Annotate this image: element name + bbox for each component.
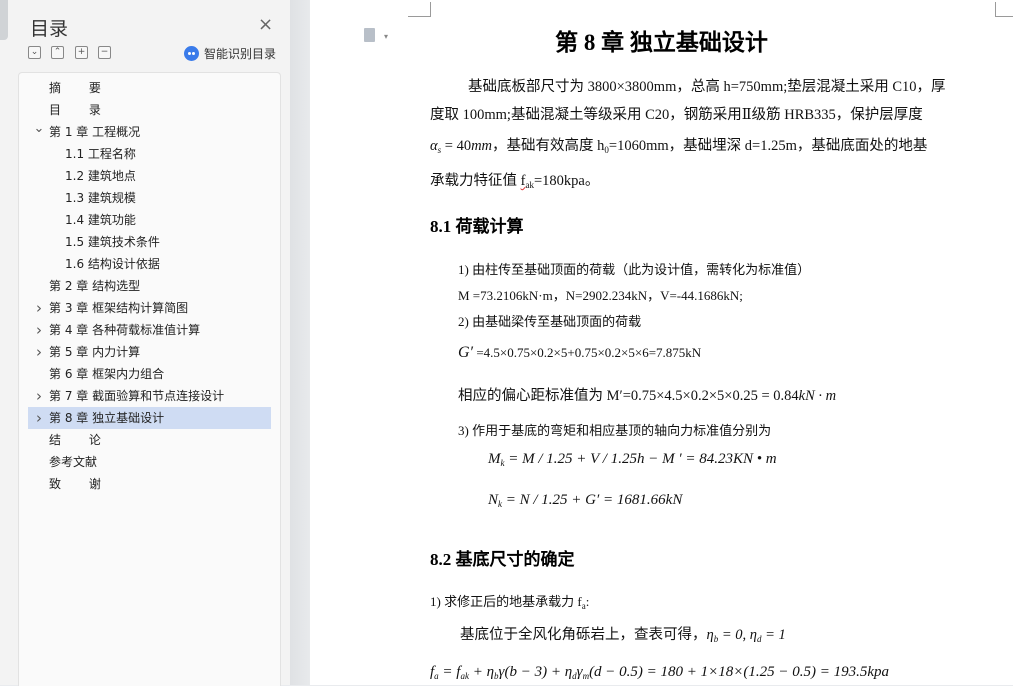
toc-item-label: 1.3 建筑规模 xyxy=(65,191,136,205)
formula-nk: Nk = N / 1.25 + G′ = 1681.66kN xyxy=(488,492,683,509)
intro-line-1: 基础底板部尺寸为 3800×3800mm，总高 h=750mm;垫层混凝土采用 … xyxy=(468,79,946,95)
toc-item-label: 1.4 建筑功能 xyxy=(65,213,136,227)
sec82-soil-line: 基底位于全风化角砾岩上，查表可得，ηb = 0, ηd = 1 xyxy=(460,627,786,644)
toc-item-label: 结 论 xyxy=(49,433,113,447)
close-icon[interactable]: × xyxy=(258,16,273,34)
chevron-right-icon[interactable] xyxy=(33,297,45,321)
chapter-title: 第 8 章 独立基础设计 xyxy=(555,30,768,55)
toc-item-label: 目 录 xyxy=(49,103,113,117)
ai-assistant-icon xyxy=(184,46,199,61)
toc-item[interactable]: 1.3 建筑规模 xyxy=(28,187,271,209)
page-corner-mark-left xyxy=(408,2,431,17)
toc-item[interactable]: 第 2 章 结构选型 xyxy=(28,275,271,297)
formula-mk: Mk = M / 1.25 + V / 1.25h − M ′ = 84.23K… xyxy=(488,451,777,468)
toc-item-label: 第 3 章 框架结构计算简图 xyxy=(49,301,189,315)
toc-item-label: 摘 要 xyxy=(49,81,113,95)
add-heading-button[interactable]: + xyxy=(75,46,88,59)
sec81-item-3: 3) 作用于基底的弯矩和相应基顶的轴向力标准值分别为 xyxy=(458,423,772,438)
toc-item-label: 1.1 工程名称 xyxy=(65,147,136,161)
toc-item-label: 1.6 结构设计依据 xyxy=(65,257,160,271)
toc-item[interactable]: 1.6 结构设计依据 xyxy=(28,253,271,275)
section-heading-8-2: 8.2 基底尺寸的确定 xyxy=(430,550,575,569)
intro-line-2: 度取 100mm;基础混凝土等级采用 C20，钢筋采用Ⅱ级筋 HRB335，保护… xyxy=(430,107,923,123)
toc-item[interactable]: 第 5 章 内力计算 xyxy=(28,341,271,363)
collapse-all-button[interactable]: ⌄ xyxy=(28,46,41,59)
toc-item[interactable]: 第 3 章 框架结构计算简图 xyxy=(28,297,271,319)
chevron-right-icon[interactable] xyxy=(33,385,45,409)
smart-recognize-toc-button[interactable]: 智能识别目录 xyxy=(184,45,276,62)
toc-item-label: 第 1 章 工程概况 xyxy=(49,125,141,139)
intro-line-3: αs = 40mm，基础有效高度 h0=1060mm，基础埋深 d=1.25m，… xyxy=(430,138,928,155)
sec81-item-1: 1) 由柱传至基础顶面的荷载（此为设计值，需转化为标准值） xyxy=(458,262,811,277)
toc-item[interactable]: 第 8 章 独立基础设计 xyxy=(28,407,271,429)
pane-scroll-indicator xyxy=(0,0,8,40)
expand-all-button[interactable]: ⌃ xyxy=(51,46,64,59)
toc-item-label: 1.2 建筑地点 xyxy=(65,169,136,183)
chevron-right-icon[interactable] xyxy=(33,407,45,431)
toc-item[interactable]: 第 6 章 框架内力组合 xyxy=(28,363,271,385)
toc-item[interactable]: 第 4 章 各种荷载标准值计算 xyxy=(28,319,271,341)
toc-item-label: 第 6 章 框架内力组合 xyxy=(49,367,165,381)
remove-heading-button[interactable]: − xyxy=(98,46,111,59)
toc-item[interactable]: 参考文献 xyxy=(28,451,271,473)
toc-item[interactable]: 目 录 xyxy=(28,99,271,121)
spellcheck-mark: fak xyxy=(520,173,534,190)
formula-fa: fa = fak + ηbγ(b − 3) + ηdγm(d − 0.5) = … xyxy=(430,664,890,681)
document-page: ▾ 第 8 章 独立基础设计 基础底板部尺寸为 3800×3800mm，总高 h… xyxy=(310,0,1013,685)
intro-line-4: 承载力特征值 fak=180kpa。 xyxy=(430,173,600,190)
toc-item[interactable]: 1.4 建筑功能 xyxy=(28,209,271,231)
toc-list: 摘 要目 录第 1 章 工程概况 1.1 工程名称 1.2 建筑地点 1.3 建筑规模… xyxy=(28,77,271,495)
toc-item-label: 致 谢 xyxy=(49,477,113,491)
page-corner-mark-right xyxy=(995,2,1013,17)
sec81-eccentricity: 相应的偏心距标准值为 M′=0.75×4.5×0.2×5×0.25 = 0.84… xyxy=(458,388,837,404)
chevron-right-icon[interactable] xyxy=(33,319,45,343)
toc-item-label: 第 4 章 各种荷载标准值计算 xyxy=(49,323,201,337)
toc-item-label: 1.5 建筑技术条件 xyxy=(65,235,160,249)
sec82-item-1: 1) 求修正后的地基承载力 fa: xyxy=(430,594,590,611)
toc-pane-title: 目录 xyxy=(30,18,69,40)
toc-item-label: 参考文献 xyxy=(49,455,98,469)
smart-recognize-label: 智能识别目录 xyxy=(204,47,277,61)
toc-item[interactable]: 1.2 建筑地点 xyxy=(28,165,271,187)
sec81-item-2: 2) 由基础梁传至基础顶面的荷载 xyxy=(458,314,642,329)
chevron-down-icon[interactable] xyxy=(33,121,45,143)
toc-item[interactable]: 致 谢 xyxy=(28,473,271,495)
sec81-loads: M =73.2106kN·m，N=2902.234kN，V=-44.1686kN… xyxy=(458,288,743,303)
toc-item[interactable]: 1.1 工程名称 xyxy=(28,143,271,165)
toc-item-label: 第 5 章 内力计算 xyxy=(49,345,141,359)
toc-item[interactable]: 结 论 xyxy=(28,429,271,451)
sec81-g-prime: G′ =4.5×0.75×0.2×5+0.75×0.2×5×6=7.875kN xyxy=(458,344,702,361)
toc-item-label: 第 2 章 结构选型 xyxy=(49,279,141,293)
chevron-right-icon[interactable] xyxy=(33,341,45,365)
toc-navigation-pane: 目录 × ⌄ ⌃ + − 智能识别目录 摘 要目 录第 1 章 工程概况 1.1 … xyxy=(0,0,290,686)
toc-item[interactable]: 第 7 章 截面验算和节点连接设计 xyxy=(28,385,271,407)
toc-item[interactable]: 第 1 章 工程概况 xyxy=(28,121,271,143)
pane-divider[interactable] xyxy=(290,0,310,685)
toc-item[interactable]: 1.5 建筑技术条件 xyxy=(28,231,271,253)
toc-item-label: 第 8 章 独立基础设计 xyxy=(49,411,165,425)
toc-item-label: 第 7 章 截面验算和节点连接设计 xyxy=(49,389,225,403)
section-heading-8-1: 8.1 荷载计算 xyxy=(430,217,524,236)
toc-item[interactable]: 摘 要 xyxy=(28,77,271,99)
